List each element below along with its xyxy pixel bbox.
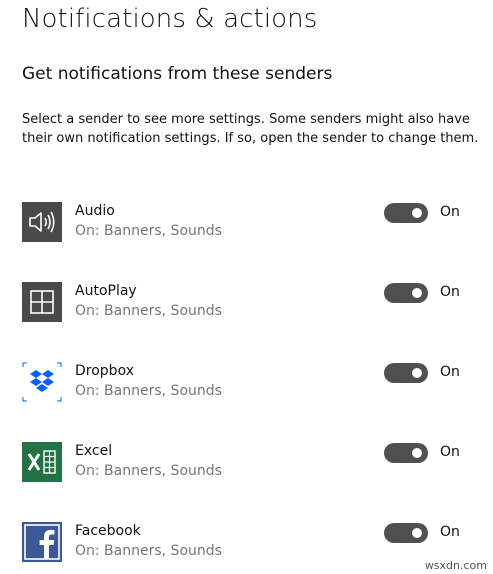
sender-name: Facebook: [75, 523, 141, 539]
sender-facebook[interactable]: Facebook On: Banners, Sounds On: [22, 522, 472, 570]
toggle-knob: [412, 288, 422, 298]
sender-status: On: Banners, Sounds: [75, 223, 222, 239]
speaker-icon: [22, 202, 62, 242]
sender-name: Excel: [75, 443, 113, 459]
toggle-state-label: On: [440, 284, 460, 300]
sender-autoplay[interactable]: AutoPlay On: Banners, Sounds On: [22, 282, 472, 330]
facebook-icon: [22, 522, 62, 562]
sender-name: AutoPlay: [75, 283, 137, 299]
autoplay-icon: [22, 282, 62, 322]
dropbox-icon: [22, 362, 62, 402]
sender-excel[interactable]: Excel On: Banners, Sounds On: [22, 442, 472, 490]
sender-status: On: Banners, Sounds: [75, 383, 222, 399]
sender-audio[interactable]: Audio On: Banners, Sounds On: [22, 202, 472, 250]
sender-name: Audio: [75, 203, 115, 219]
section-title: Get notifications from these senders: [22, 64, 333, 84]
section-description: Select a sender to see more settings. So…: [22, 112, 479, 146]
toggle-knob: [412, 368, 422, 378]
sender-status: On: Banners, Sounds: [75, 303, 222, 319]
watermark: wsxdn.com: [424, 559, 487, 572]
toggle-state-label: On: [440, 364, 460, 380]
toggle-state-label: On: [440, 444, 460, 460]
autoplay-toggle[interactable]: [384, 283, 428, 303]
page-title: Notifications & actions: [22, 4, 318, 34]
toggle-knob: [412, 208, 422, 218]
sender-status: On: Banners, Sounds: [75, 543, 222, 559]
toggle-knob: [412, 448, 422, 458]
sender-status: On: Banners, Sounds: [75, 463, 222, 479]
excel-icon: [22, 442, 62, 482]
sender-name: Dropbox: [75, 363, 134, 379]
excel-toggle[interactable]: [384, 443, 428, 463]
audio-toggle[interactable]: [384, 203, 428, 223]
sender-dropbox[interactable]: Dropbox On: Banners, Sounds On: [22, 362, 472, 410]
toggle-knob: [412, 528, 422, 538]
facebook-toggle[interactable]: [384, 523, 428, 543]
toggle-state-label: On: [440, 524, 460, 540]
toggle-state-label: On: [440, 204, 460, 220]
dropbox-toggle[interactable]: [384, 363, 428, 383]
